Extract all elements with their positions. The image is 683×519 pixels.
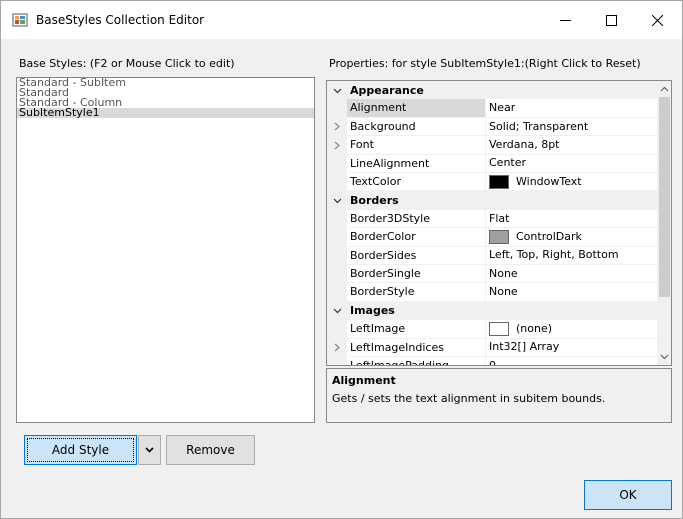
collapse-icon[interactable] — [327, 301, 347, 321]
description-title: Alignment — [332, 374, 396, 387]
expand-icon[interactable] — [327, 117, 347, 137]
property-value[interactable]: Verdana, 8pt — [486, 136, 657, 155]
property-value[interactable]: ControlDark — [486, 228, 657, 247]
property-row[interactable]: Alignment Near — [327, 99, 657, 118]
category-borders[interactable]: Borders — [327, 191, 657, 210]
property-row[interactable]: LeftImagePadding 0 — [327, 357, 657, 365]
title-bar: BaseStyles Collection Editor — [1, 1, 682, 39]
property-value[interactable]: Int32[] Array — [486, 339, 657, 357]
category-label: Images — [350, 304, 395, 318]
maximize-button[interactable] — [588, 1, 634, 39]
property-name: LeftImageIndices — [347, 338, 486, 357]
property-value[interactable]: 0 — [486, 357, 657, 365]
property-row[interactable]: BorderSingle None — [327, 265, 657, 284]
property-name: LeftImage — [347, 320, 486, 339]
close-button[interactable] — [634, 1, 680, 39]
property-name: BorderColor — [347, 228, 486, 247]
category-images[interactable]: Images — [327, 301, 657, 321]
add-style-button[interactable]: Add Style — [24, 435, 137, 465]
color-swatch — [489, 229, 509, 244]
property-value[interactable]: Left, Top, Right, Bottom — [486, 247, 657, 265]
base-styles-label: Base Styles: (F2 or Mouse Click to edit) — [19, 57, 235, 70]
list-item-selected[interactable]: SubItemStyle1 — [17, 108, 314, 118]
property-value[interactable]: WindowText — [486, 173, 657, 192]
property-grid[interactable]: Appearance Alignment Near Background Sol… — [326, 80, 672, 366]
add-style-dropdown-button[interactable] — [138, 435, 161, 465]
property-value[interactable]: Solid; Transparent — [486, 118, 657, 137]
property-name: Alignment — [347, 99, 486, 118]
close-icon — [651, 14, 663, 26]
property-name: LineAlignment — [347, 154, 486, 173]
remove-button[interactable]: Remove — [166, 435, 255, 465]
property-name: LeftImagePadding — [347, 357, 486, 365]
property-name: Background — [347, 117, 486, 137]
app-icon — [12, 12, 28, 28]
description-panel: Alignment Gets / sets the text alignment… — [326, 368, 672, 423]
collapse-icon[interactable] — [327, 81, 347, 100]
property-row[interactable]: LeftImageIndices Int32[] Array — [327, 338, 657, 357]
property-name: Border3DStyle — [347, 209, 486, 229]
property-row[interactable]: BorderStyle None — [327, 283, 657, 302]
property-name: BorderSides — [347, 246, 486, 265]
property-row[interactable]: BorderColor ControlDark — [327, 228, 657, 247]
ok-button[interactable]: OK — [584, 480, 672, 510]
scrollbar-thumb[interactable] — [659, 97, 670, 297]
image-swatch — [489, 321, 509, 336]
collection-editor-window: BaseStyles Collection Editor Base Styles… — [0, 0, 683, 519]
property-row[interactable]: LineAlignment Center — [327, 154, 657, 173]
property-value[interactable]: Center — [486, 155, 657, 173]
property-row[interactable]: Font Verdana, 8pt — [327, 136, 657, 155]
list-item[interactable]: Standard - SubItem — [17, 78, 314, 88]
category-label: Borders — [350, 194, 399, 208]
scroll-down-icon[interactable] — [657, 349, 671, 365]
property-name: BorderSingle — [347, 265, 486, 284]
maximize-icon — [605, 14, 617, 26]
property-row[interactable]: Border3DStyle Flat — [327, 209, 657, 229]
properties-label: Properties: for style SubItemStyle1:(Rig… — [329, 57, 641, 70]
base-styles-list[interactable]: Standard - SubItem Standard Standard - C… — [16, 77, 315, 423]
scroll-up-icon[interactable] — [657, 81, 671, 97]
property-row[interactable]: TextColor WindowText — [327, 173, 657, 192]
category-label: Appearance — [350, 83, 424, 97]
list-item[interactable]: Standard — [17, 88, 314, 98]
property-value[interactable]: Flat — [486, 210, 657, 229]
property-row[interactable]: LeftImage (none) — [327, 320, 657, 339]
minimize-button[interactable] — [542, 1, 588, 39]
property-name: BorderStyle — [347, 283, 486, 302]
property-value[interactable]: None — [486, 283, 657, 302]
category-appearance[interactable]: Appearance — [327, 81, 657, 100]
window-title: BaseStyles Collection Editor — [36, 13, 205, 27]
property-row[interactable]: BorderSides Left, Top, Right, Bottom — [327, 246, 657, 265]
property-name: Font — [347, 136, 486, 155]
chevron-down-icon — [145, 447, 154, 453]
add-style-label: Add Style — [27, 438, 134, 462]
expand-icon[interactable] — [327, 338, 347, 357]
vertical-scrollbar[interactable] — [657, 81, 671, 365]
property-row[interactable]: Background Solid; Transparent — [327, 117, 657, 137]
property-value[interactable]: None — [486, 265, 657, 284]
minimize-icon — [559, 19, 571, 21]
property-value[interactable]: (none) — [486, 320, 657, 339]
collapse-icon[interactable] — [327, 191, 347, 210]
expand-icon[interactable] — [327, 136, 347, 155]
list-item[interactable]: Standard - Column — [17, 98, 314, 108]
color-swatch — [489, 174, 509, 189]
property-name: TextColor — [347, 173, 486, 192]
description-text: Gets / sets the text alignment in subite… — [332, 392, 606, 405]
property-value[interactable]: Near — [486, 99, 657, 118]
